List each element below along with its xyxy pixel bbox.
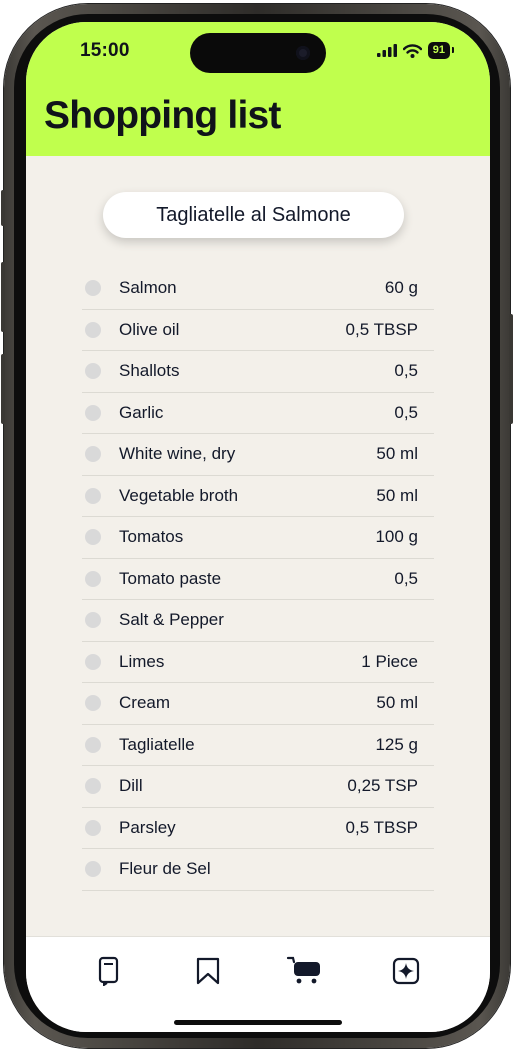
shopping-list: Salmon 60 g Olive oil 0,5 TBSP Shallots 0,5 Ga… <box>82 268 434 891</box>
item-quantity: 100 g <box>375 527 418 547</box>
page-title: Shopping list <box>44 94 281 137</box>
item-quantity: 50 ml <box>376 485 418 505</box>
list-item[interactable]: Salt & Pepper <box>82 600 434 642</box>
item-name: Shallots <box>119 361 180 381</box>
status-icons: 91 <box>376 42 455 59</box>
item-quantity: 0,25 TSP <box>347 776 418 796</box>
status-time: 15:00 <box>80 40 130 61</box>
item-name: Vegetable broth <box>119 485 239 505</box>
item-checkbox[interactable] <box>85 861 101 878</box>
item-quantity: 60 g <box>384 278 418 298</box>
item-quantity: 0,5 <box>394 402 418 422</box>
recipe-selector-button[interactable]: Tagliatelle al Salmone <box>103 192 404 238</box>
wifi-icon <box>402 43 422 58</box>
tab-shopping-cart[interactable] <box>284 951 324 991</box>
item-quantity: 125 g <box>375 734 418 754</box>
cellular-signal-icon <box>376 44 397 57</box>
item-checkbox[interactable] <box>85 404 101 421</box>
tab-discover[interactable] <box>386 951 426 991</box>
item-checkbox[interactable] <box>85 695 101 712</box>
list-item[interactable]: Tagliatelle 125 g <box>82 725 434 766</box>
home-indicator <box>174 1020 342 1025</box>
list-item[interactable]: Fleur de Sel <box>82 849 434 891</box>
dynamic-island <box>190 33 326 73</box>
item-quantity: 0,5 TBSP <box>345 319 418 339</box>
item-checkbox[interactable] <box>85 280 101 297</box>
item-checkbox[interactable] <box>85 736 101 753</box>
item-name: Fleur de Sel <box>119 859 211 879</box>
bookmark-icon <box>196 957 220 985</box>
item-quantity: 50 ml <box>376 693 418 713</box>
list-item[interactable]: Cream 50 ml <box>82 683 434 725</box>
list-item[interactable]: Tomatos 100 g <box>82 517 434 559</box>
item-name: Salt & Pepper <box>119 610 224 630</box>
list-item[interactable]: Parsley 0,5 TBSP <box>82 808 434 849</box>
item-quantity: 0,5 <box>394 568 418 588</box>
tab-bar <box>26 936 490 1032</box>
item-quantity: 1 Piece <box>361 651 418 671</box>
item-checkbox[interactable] <box>85 529 101 546</box>
list-item[interactable]: White wine, dry 50 ml <box>82 434 434 476</box>
item-name: Parsley <box>119 817 176 837</box>
item-checkbox[interactable] <box>85 819 101 836</box>
item-checkbox[interactable] <box>85 321 101 338</box>
item-name: White wine, dry <box>119 444 236 464</box>
sparkle-icon <box>392 957 420 985</box>
recipes-icon <box>98 956 119 986</box>
item-checkbox[interactable] <box>85 487 101 504</box>
list-item[interactable]: Limes 1 Piece <box>82 642 434 683</box>
item-quantity: 0,5 TBSP <box>345 817 418 837</box>
list-item[interactable]: Olive oil 0,5 TBSP <box>82 310 434 351</box>
battery-indicator: 91 <box>427 42 455 59</box>
tab-bookmarks[interactable] <box>188 951 228 991</box>
item-checkbox[interactable] <box>85 363 101 380</box>
list-item[interactable]: Salmon 60 g <box>82 268 434 310</box>
power-button <box>509 314 513 424</box>
item-name: Garlic <box>119 402 164 422</box>
front-camera-icon <box>296 46 310 60</box>
action-button <box>1 190 5 226</box>
item-name: Cream <box>119 693 171 713</box>
item-quantity: 0,5 <box>394 361 418 381</box>
app-screen: 15:00 91 Shopping list Tagliatelle al Sa… <box>26 22 490 1032</box>
list-item[interactable]: Shallots 0,5 <box>82 351 434 393</box>
item-name: Tomatos <box>119 527 184 547</box>
list-item[interactable]: Vegetable broth 50 ml <box>82 476 434 517</box>
item-name: Tomato paste <box>119 568 222 588</box>
item-checkbox[interactable] <box>85 570 101 587</box>
volume-up-button <box>1 262 5 332</box>
item-name: Olive oil <box>119 319 180 339</box>
item-checkbox[interactable] <box>85 778 101 795</box>
item-checkbox[interactable] <box>85 446 101 463</box>
item-quantity: 50 ml <box>376 444 418 464</box>
item-name: Tagliatelle <box>119 734 195 754</box>
volume-down-button <box>1 354 5 424</box>
item-name: Limes <box>119 651 165 671</box>
list-item[interactable]: Garlic 0,5 <box>82 393 434 434</box>
item-name: Salmon <box>119 278 177 298</box>
header: 15:00 91 Shopping list <box>26 22 490 156</box>
item-checkbox[interactable] <box>85 612 101 629</box>
list-item[interactable]: Dill 0,25 TSP <box>82 766 434 808</box>
item-checkbox[interactable] <box>85 653 101 670</box>
tab-recipes[interactable] <box>89 951 129 991</box>
list-item[interactable]: Tomato paste 0,5 <box>82 559 434 600</box>
cart-icon <box>286 956 320 984</box>
item-name: Dill <box>119 776 143 796</box>
